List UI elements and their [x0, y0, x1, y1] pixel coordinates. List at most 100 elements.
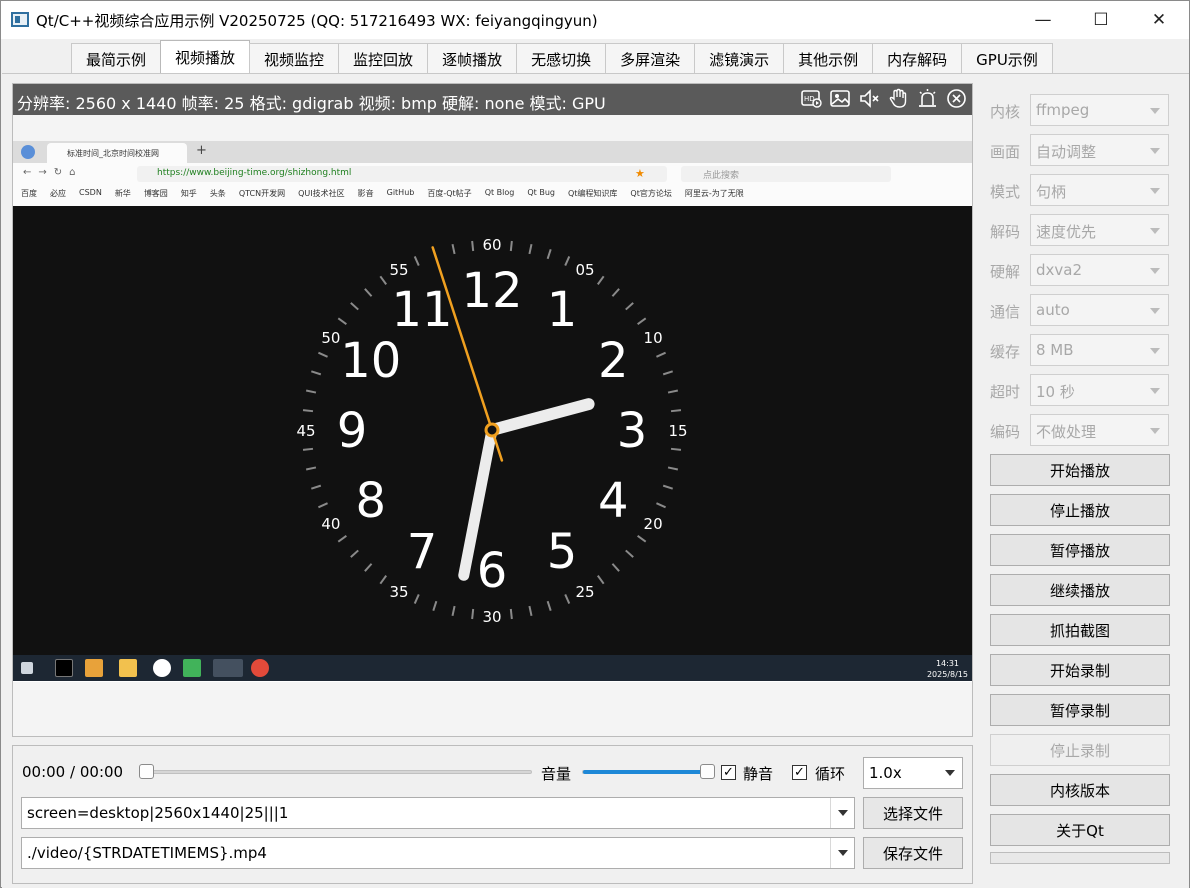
start-play-button[interactable]: 开始播放 [990, 454, 1170, 486]
clock-tick [637, 317, 647, 326]
tab-filter-demo[interactable]: 滤镜演示 [694, 43, 785, 74]
window-title: Qt/C++视频综合应用示例 V20250725 (QQ: 517216493 … [36, 12, 598, 30]
clock-minute-label: 45 [296, 422, 315, 440]
maximize-button[interactable]: ☐ [1078, 1, 1124, 39]
tab-monitor-playback[interactable]: 监控回放 [338, 43, 429, 74]
clock-tick [625, 302, 634, 311]
clock-minute-label: 60 [482, 236, 501, 254]
video-widget[interactable]: 分辨率: 2560 x 1440 帧率: 25 格式: gdigrab 视频: … [12, 83, 973, 737]
tab-seamless-switch[interactable]: 无感切换 [516, 43, 607, 74]
option-timeout: 超时 10 秒 [990, 374, 1170, 406]
app-icon [11, 12, 29, 27]
clock-tick [670, 447, 682, 451]
option-value: auto [1036, 301, 1070, 319]
url-combo[interactable]: screen=desktop|2560x1440|25|||1 [21, 797, 855, 829]
hand-icon[interactable] [887, 87, 910, 110]
mute-icon[interactable] [858, 87, 881, 110]
clock-tick [662, 484, 674, 490]
chevron-down-icon[interactable] [830, 838, 854, 868]
new-tab-icon: + [196, 143, 207, 158]
progress-handle[interactable] [139, 764, 154, 779]
volume-label: 音量 [541, 765, 572, 783]
browser-nav-icons: ←→↻⌂ [23, 167, 83, 178]
snapshot-button[interactable]: 抓拍截图 [990, 614, 1170, 646]
progress-slider[interactable] [146, 770, 532, 774]
tab-video-monitor[interactable]: 视频监控 [249, 43, 340, 74]
tab-other[interactable]: 其他示例 [783, 43, 874, 74]
tab-multi-screen[interactable]: 多屏渲染 [605, 43, 696, 74]
tab-memory-decode[interactable]: 内存解码 [872, 43, 963, 74]
option-cache: 缓存 8 MB [990, 334, 1170, 366]
option-select: dxva2 [1030, 254, 1169, 286]
chevron-down-icon [1150, 268, 1160, 274]
chevron-down-icon[interactable] [830, 798, 854, 828]
option-value: dxva2 [1036, 261, 1083, 279]
bookmark-bar: 百度 必应 CSDN 新华 博客园 知乎 头条 QTCN开发网 QUI技术社区 … [21, 188, 744, 199]
time-readout: 00:00 / 00:00 [22, 763, 123, 781]
option-decode: 解码 速度优先 [990, 214, 1170, 246]
option-select: 不做处理 [1030, 414, 1169, 446]
save-file-button[interactable]: 保存文件 [863, 837, 963, 869]
option-select: 10 秒 [1030, 374, 1169, 406]
star-icon: ★ [635, 167, 645, 180]
minimize-button[interactable]: — [1020, 1, 1066, 39]
browser-search: 点此搜索 [681, 166, 891, 182]
speed-value: 1.0x [869, 764, 902, 782]
video-info-bar: 分辨率: 2560 x 1440 帧率: 25 格式: gdigrab 视频: … [13, 84, 972, 115]
tab-bar: 最简示例 视频播放 视频监控 监控回放 逐帧播放 无感切换 多屏渲染 滤镜演示 … [71, 40, 1053, 74]
clock-tick [350, 549, 359, 558]
chevron-down-icon [1150, 148, 1160, 154]
bookmark: 博客园 [143, 189, 168, 198]
close-button[interactable]: ✕ [1136, 1, 1182, 39]
clock-tick [337, 317, 347, 326]
save-path-combo[interactable]: ./video/{STRDATETIMEMS}.mp4 [21, 837, 855, 869]
tab-video-play[interactable]: 视频播放 [160, 40, 251, 74]
clock-tick [528, 243, 533, 255]
start-record-button[interactable]: 开始录制 [990, 654, 1170, 686]
about-qt-button[interactable]: 关于Qt [990, 814, 1170, 846]
pause-play-button[interactable]: 暂停播放 [990, 534, 1170, 566]
volume-slider[interactable] [582, 770, 710, 774]
clock-tick [596, 275, 605, 285]
chevron-down-icon [1150, 188, 1160, 194]
bookmark: QUI技术社区 [298, 189, 345, 198]
clock-tick [432, 600, 438, 612]
chevron-down-icon [938, 758, 962, 788]
option-value: ffmpeg [1036, 101, 1090, 119]
clock-tick [611, 288, 620, 297]
resume-play-button[interactable]: 继续播放 [990, 574, 1170, 606]
tab-frame-step[interactable]: 逐帧播放 [427, 43, 518, 74]
pause-record-button[interactable]: 暂停录制 [990, 694, 1170, 726]
select-file-button[interactable]: 选择文件 [863, 797, 963, 829]
option-label: 编码 [990, 423, 1021, 441]
option-label: 内核 [990, 103, 1021, 121]
tab-simple[interactable]: 最简示例 [71, 43, 162, 74]
clock-tick [596, 575, 605, 585]
taskbar-clock: 14:31 2025/8/15 [927, 658, 968, 680]
option-picture: 画面 自动调整 [990, 134, 1170, 166]
tab-gpu[interactable]: GPU示例 [961, 43, 1053, 74]
speed-select[interactable]: 1.0x [863, 757, 963, 789]
clock-tick [656, 502, 666, 509]
stop-play-button[interactable]: 停止播放 [990, 494, 1170, 526]
minimize-icon: — [1034, 10, 1052, 30]
loop-checkbox[interactable]: ✓ [792, 765, 807, 780]
app-icon-1 [85, 659, 103, 677]
bookmark: 新华 [114, 189, 131, 198]
close-video-icon[interactable] [945, 87, 968, 110]
alarm-icon[interactable] [916, 87, 939, 110]
record-icon[interactable]: HD [800, 87, 823, 110]
option-value: 不做处理 [1036, 423, 1097, 441]
tab-content: 分辨率: 2560 x 1440 帧率: 25 格式: gdigrab 视频: … [2, 73, 1189, 888]
clock-minute-label: 15 [668, 422, 687, 440]
image-icon[interactable] [829, 87, 852, 110]
core-version-button[interactable]: 内核版本 [990, 774, 1170, 806]
volume-handle[interactable] [700, 764, 716, 779]
clock-hour-label: 5 [547, 524, 578, 580]
chevron-down-icon [1150, 308, 1160, 314]
mute-checkbox[interactable]: ✓ [721, 765, 736, 780]
bookmark: Qt Bug [527, 188, 555, 197]
clock-tick [662, 370, 674, 376]
bookmark: 影音 [357, 189, 374, 198]
option-label: 超时 [990, 383, 1021, 401]
